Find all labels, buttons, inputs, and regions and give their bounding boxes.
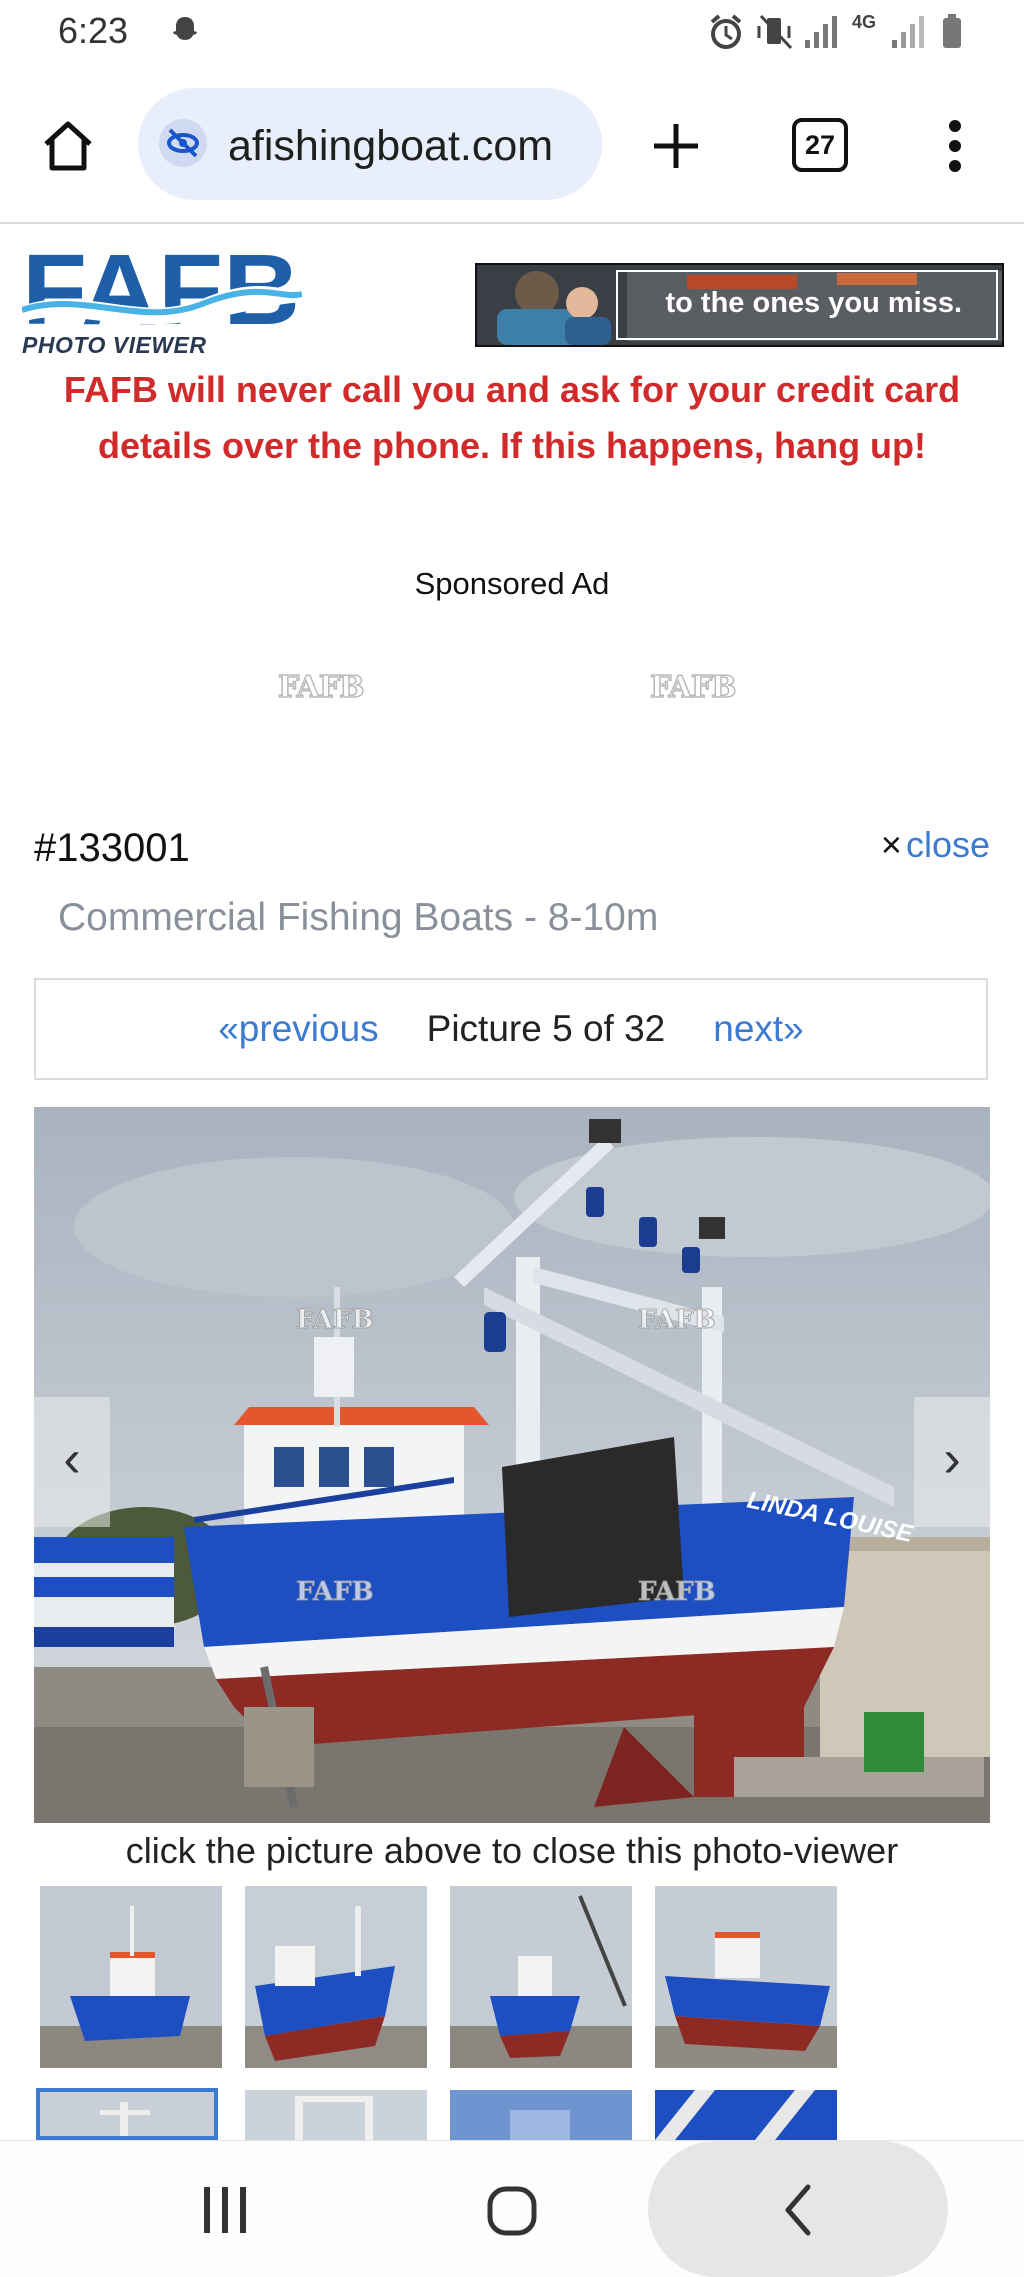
previous-link[interactable]: «previous xyxy=(218,1008,378,1050)
ad-banner[interactable]: to the ones you miss. xyxy=(475,263,1004,347)
close-icon: × xyxy=(880,824,902,865)
thumbnail[interactable] xyxy=(450,1886,632,2068)
network-type-label: 4G xyxy=(852,12,877,32)
address-bar[interactable]: afishingboat.com xyxy=(138,88,602,200)
toolbar-divider xyxy=(0,222,1024,224)
menu-icon[interactable] xyxy=(940,116,970,176)
boat-photo-image: LINDA LOUISE xyxy=(34,1107,990,1823)
system-nav-bar xyxy=(0,2140,1024,2277)
browser-toolbar: afishingboat.com 27 xyxy=(0,82,1024,222)
fafb-logo[interactable]: FAFB xyxy=(22,244,302,340)
thumbnail[interactable] xyxy=(40,1886,222,2068)
listing-id: #133001 xyxy=(34,826,190,870)
photo-watermark: FAFB xyxy=(296,1577,375,1608)
close-label: close xyxy=(905,824,990,865)
ad-banner-text: to the ones you miss. xyxy=(665,287,963,319)
back-icon[interactable] xyxy=(778,2181,818,2239)
photo-pager: «previous Picture 5 of 32 next» xyxy=(34,978,988,1080)
battery-icon xyxy=(943,14,961,48)
tab-switcher-button[interactable]: 27 xyxy=(792,118,848,172)
photo-watermark: FAFB xyxy=(296,1305,375,1336)
thumbnail[interactable] xyxy=(450,2090,632,2140)
signal-icon-2 xyxy=(892,16,924,48)
status-bar: 6:23 4G xyxy=(0,0,1024,72)
snapchat-icon xyxy=(173,17,197,40)
logo-subtitle: PHOTO VIEWER xyxy=(22,332,207,358)
thumbnail[interactable] xyxy=(655,1886,837,2068)
thumbnail[interactable] xyxy=(245,1886,427,2068)
thumbnail-selected[interactable] xyxy=(36,2088,218,2140)
photo-watermark: FAFB xyxy=(638,1577,717,1608)
tracking-protection-icon[interactable] xyxy=(158,118,208,168)
close-button[interactable]: × close xyxy=(881,824,990,866)
scam-warning: FAFB will never call you and ask for you… xyxy=(63,369,961,466)
thumbnail[interactable] xyxy=(655,2090,837,2140)
sponsored-label: Sponsored Ad xyxy=(414,566,610,601)
listing-category: Commercial Fishing Boats - 8-10m xyxy=(58,896,659,939)
next-photo-button[interactable]: › xyxy=(914,1397,990,1527)
recents-icon[interactable] xyxy=(198,2183,252,2237)
signal-icon xyxy=(805,16,837,48)
ad-watermark: FAFB xyxy=(277,669,365,706)
picture-counter: Picture 5 of 32 xyxy=(426,1008,666,1049)
ad-watermark: FAFB xyxy=(649,669,737,706)
new-tab-icon[interactable] xyxy=(648,118,704,174)
alarm-icon xyxy=(710,14,742,49)
previous-photo-button[interactable]: ‹ xyxy=(34,1397,110,1527)
home-icon[interactable] xyxy=(40,118,96,174)
home-nav-icon[interactable] xyxy=(486,2185,538,2237)
main-photo[interactable]: LINDA LOUISE FAFB FAFB FAFB FAFB ‹ › xyxy=(34,1107,990,1823)
photo-watermark: FAFB xyxy=(638,1305,717,1336)
vibrate-mute-icon xyxy=(757,14,793,50)
photo-caption: click the picture above to close this ph… xyxy=(125,1830,899,1871)
next-link[interactable]: next» xyxy=(713,1008,804,1050)
url-text: afishingboat.com xyxy=(228,122,554,170)
status-time: 6:23 xyxy=(58,10,129,51)
thumbnail[interactable] xyxy=(245,2090,427,2140)
